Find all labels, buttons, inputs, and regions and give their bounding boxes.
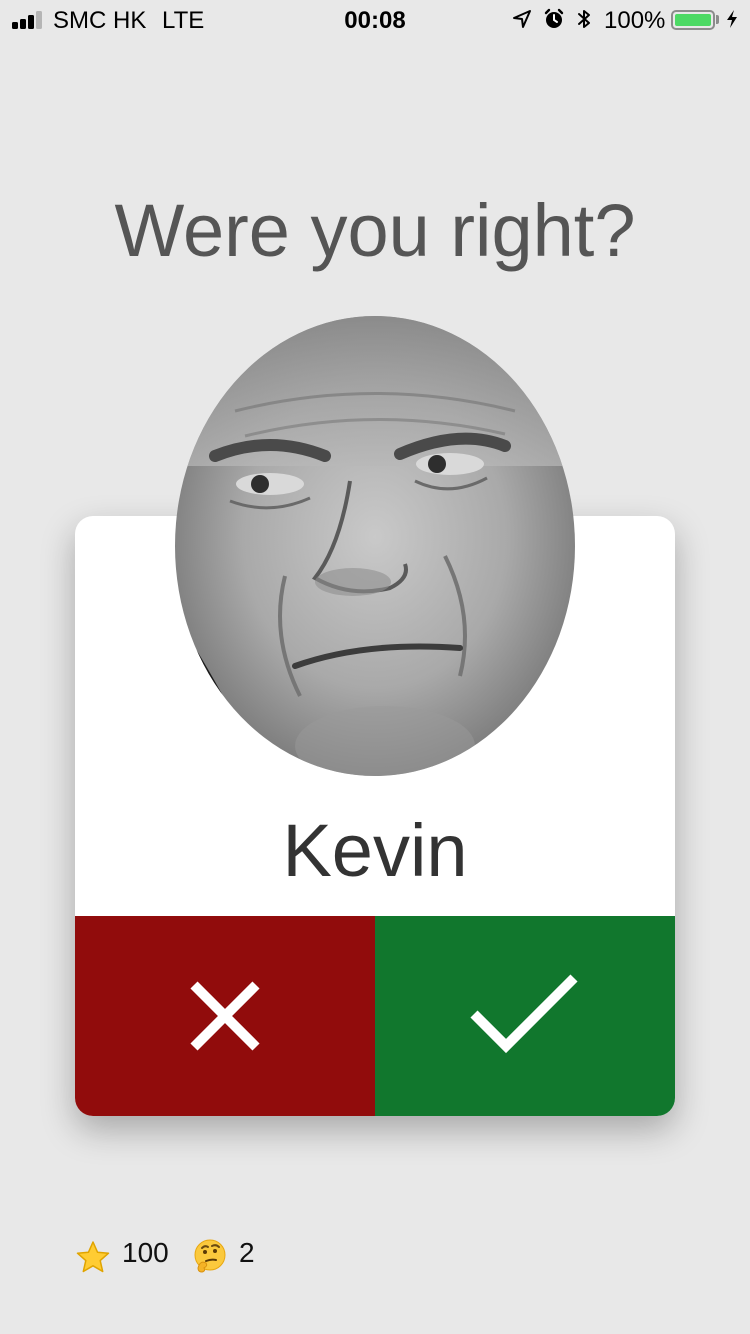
right-button[interactable] <box>375 916 675 1116</box>
location-arrow-icon <box>513 10 531 28</box>
thinking-count: 2 <box>239 1237 255 1268</box>
thinking-face-icon <box>194 1239 226 1273</box>
alarm-clock-icon <box>544 8 564 28</box>
stars-count: 100 <box>122 1237 169 1268</box>
battery-percent: 100% <box>604 7 666 34</box>
question-heading: Were you right? <box>114 189 636 272</box>
checkmark-icon <box>470 974 578 1054</box>
star-icon <box>76 1241 110 1273</box>
person-photo <box>175 316 575 776</box>
bluetooth-icon <box>578 10 590 28</box>
charging-bolt-icon <box>727 10 737 28</box>
status-bar: SMC HK LTE 00:08 100% <box>0 0 750 40</box>
battery-icon <box>671 10 715 30</box>
wrong-button[interactable] <box>75 916 375 1116</box>
person-name: Kevin <box>282 809 468 892</box>
close-x-icon <box>190 981 260 1051</box>
battery-nub <box>716 15 719 24</box>
